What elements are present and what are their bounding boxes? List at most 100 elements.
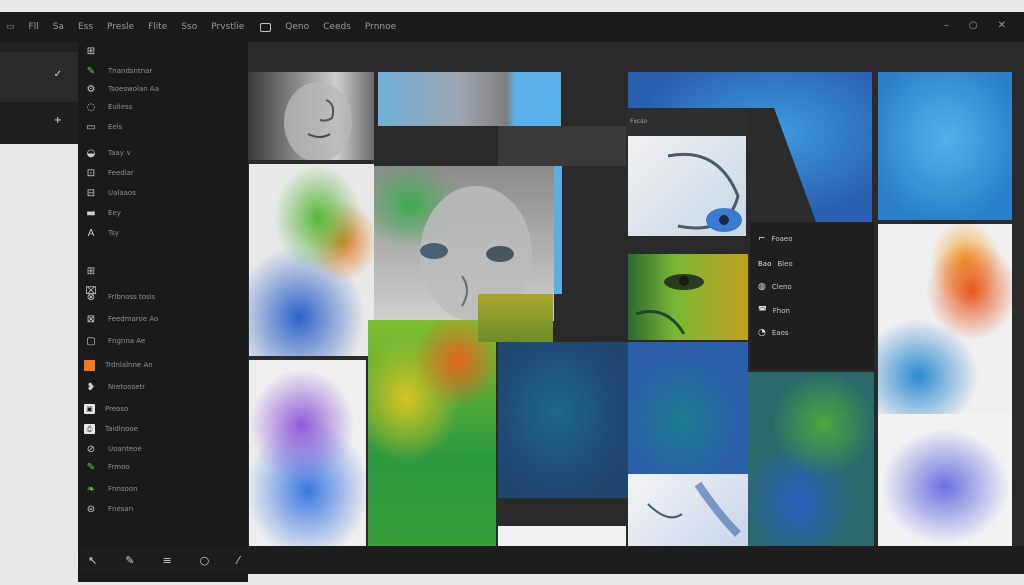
menu-window[interactable]: Ceeds — [323, 22, 351, 32]
tool-item[interactable]: ⊡ Feedlar — [84, 166, 134, 180]
panel-item[interactable]: ◚ Fhon — [758, 306, 790, 316]
tool-label: Tsoeswolan Aa — [108, 85, 159, 93]
menu-image[interactable]: Ess — [78, 22, 93, 32]
tile-lavender-splash[interactable] — [878, 414, 1012, 546]
menu-help[interactable]: Prnnoe — [365, 22, 396, 32]
restore-icon[interactable]: ○ — [969, 20, 978, 31]
copy-icon[interactable]: ⊠ — [84, 313, 98, 325]
menu-select[interactable]: Sso — [181, 22, 197, 32]
grid-icon[interactable]: ⊞ — [84, 265, 98, 277]
tool-item[interactable]: ▬ Eey — [84, 206, 121, 220]
line-icon[interactable]: ⁄ — [237, 554, 239, 567]
tool-item[interactable]: ⊘ Uoanteoe — [84, 442, 142, 456]
leaf-icon[interactable]: ❧ — [84, 483, 98, 495]
layer-row-selected[interactable]: ✓ — [0, 52, 78, 102]
tile-olive[interactable] — [478, 294, 553, 342]
heart-icon[interactable]: ❥ — [84, 381, 98, 393]
minimize-icon[interactable]: – — [944, 20, 949, 31]
pen-icon[interactable]: ✎ — [125, 554, 134, 567]
tile-green-face[interactable] — [628, 254, 748, 340]
tool-item[interactable]: ⊠ Feedmaroe Ao — [84, 312, 159, 326]
tool-item[interactable]: ▣ Preoso — [84, 402, 128, 416]
tile-sky-blue-2[interactable] — [878, 72, 1012, 220]
tile-blue-strip[interactable] — [378, 72, 561, 126]
menu-layer[interactable]: Presle — [107, 22, 134, 32]
menu-file[interactable]: Fll — [29, 22, 39, 32]
panel-item[interactable]: ◔ Eaos — [758, 328, 789, 338]
frame-icon[interactable] — [260, 22, 272, 32]
add-icon[interactable]: + — [54, 115, 62, 126]
history-icon[interactable]: ⊜ — [84, 503, 98, 515]
tool-item[interactable]: ⊜ Fnesan — [84, 502, 133, 516]
app-icon[interactable]: ▭ — [6, 22, 15, 32]
link-icon[interactable]: ⊗ — [84, 291, 98, 303]
tile-yellow-orange[interactable] — [368, 320, 496, 546]
tile-white-face[interactable] — [628, 474, 748, 546]
tile-gray-strip[interactable] — [498, 126, 626, 166]
tool-item[interactable]: A Tsy — [84, 226, 119, 240]
tile-purple-splash[interactable] — [249, 360, 366, 546]
bucket-icon: ◚ — [758, 306, 767, 316]
layers-icon[interactable]: ⊟ — [84, 187, 98, 199]
tool-item[interactable]: ◌ Euliess — [84, 100, 133, 114]
image-icon[interactable]: ▣ — [84, 404, 95, 414]
tool-item[interactable]: ◒ Taay ∨ — [84, 146, 132, 160]
printer-icon[interactable]: ⎙ — [84, 424, 95, 434]
tool-item[interactable]: ❧ Fnnsoon — [84, 482, 138, 496]
tool-item[interactable]: ⚙ Tsoeswolan Aa — [84, 82, 159, 96]
tool-item[interactable]: ✎ Frmoo — [84, 460, 130, 474]
lasso-icon[interactable]: ◌ — [84, 101, 98, 113]
tile-blue-eye[interactable] — [628, 136, 746, 236]
rect-icon[interactable]: ▭ — [84, 121, 98, 133]
tile-white-band[interactable] — [498, 526, 626, 546]
tool-item[interactable]: ✎ Tnandsntnar — [84, 64, 153, 78]
frame-icon[interactable]: ⊞ — [84, 45, 98, 57]
panel-item[interactable]: Bao Bleo — [758, 260, 793, 268]
menu-view[interactable]: Qeno — [285, 22, 309, 32]
panel-item[interactable]: ⌐ Foaeo — [758, 234, 793, 244]
tile-blue-edge[interactable] — [554, 166, 562, 294]
tool-item[interactable]: ⊗ Frlbnoss tosis — [84, 290, 156, 304]
tile-gray-face[interactable] — [248, 72, 374, 160]
square-icon[interactable]: ▢ — [84, 335, 98, 347]
tile-green-blue[interactable] — [748, 372, 874, 546]
layer-row[interactable] — [0, 42, 78, 52]
tool-label: Frmoo — [108, 463, 130, 471]
eraser-icon[interactable]: ⊘ — [84, 443, 98, 455]
tile-teal-blue[interactable] — [498, 342, 628, 498]
panel-item-label: Eaos — [771, 329, 789, 337]
layer-row[interactable]: + — [0, 102, 78, 144]
menu-filter[interactable]: Flite — [148, 22, 167, 32]
tool-label: Tnandsntnar — [108, 67, 153, 75]
tile-teal-swirl[interactable] — [628, 342, 748, 474]
menu-edit[interactable]: Sa — [53, 22, 64, 32]
tool-label: Taidlnooe — [105, 425, 139, 433]
tool-item[interactable]: ❥ Nretoosetr — [84, 380, 145, 394]
bar-icon[interactable]: ▬ — [84, 207, 98, 219]
tool-item[interactable]: ▭ Eels — [84, 120, 122, 134]
tool-item[interactable]: ■ Trdnlalnne An — [84, 358, 153, 372]
menu-preview[interactable]: Prvstlie — [211, 22, 244, 32]
tile-orange-splash[interactable] — [878, 224, 1012, 414]
gauge-icon[interactable]: ◒ — [84, 147, 98, 159]
tool-item[interactable]: ⊞ — [84, 44, 108, 58]
gear-icon[interactable]: ⚙ — [84, 83, 98, 95]
tile-color-splash-1[interactable] — [249, 164, 374, 356]
swatch-icon[interactable]: ■ — [84, 359, 95, 371]
check-icon[interactable]: ✓ — [54, 69, 62, 80]
pen-icon[interactable]: ✎ — [84, 461, 98, 473]
tool-item[interactable]: ⊟ Ualaaos — [84, 186, 136, 200]
crop-icon[interactable]: ⊡ — [84, 167, 98, 179]
tool-item[interactable]: ⎙ Taidlnooe — [84, 422, 138, 436]
brush-icon[interactable]: ✎ — [84, 65, 98, 77]
circle-icon[interactable]: ○ — [200, 554, 210, 567]
tool-item[interactable]: ▢ Fngnna Ae — [84, 334, 145, 348]
panel-item[interactable]: ◍ Cleno — [758, 282, 792, 292]
close-icon[interactable]: ✕ — [998, 20, 1006, 31]
layer-strip: ✓ + — [0, 42, 78, 582]
tool-item[interactable]: ⊞ — [84, 264, 108, 278]
text-icon[interactable]: A — [84, 227, 98, 239]
menu-icon[interactable]: ≡ — [162, 554, 171, 567]
panel-item-label: Fhon — [772, 307, 790, 315]
move-icon[interactable]: ↖ — [88, 554, 97, 567]
